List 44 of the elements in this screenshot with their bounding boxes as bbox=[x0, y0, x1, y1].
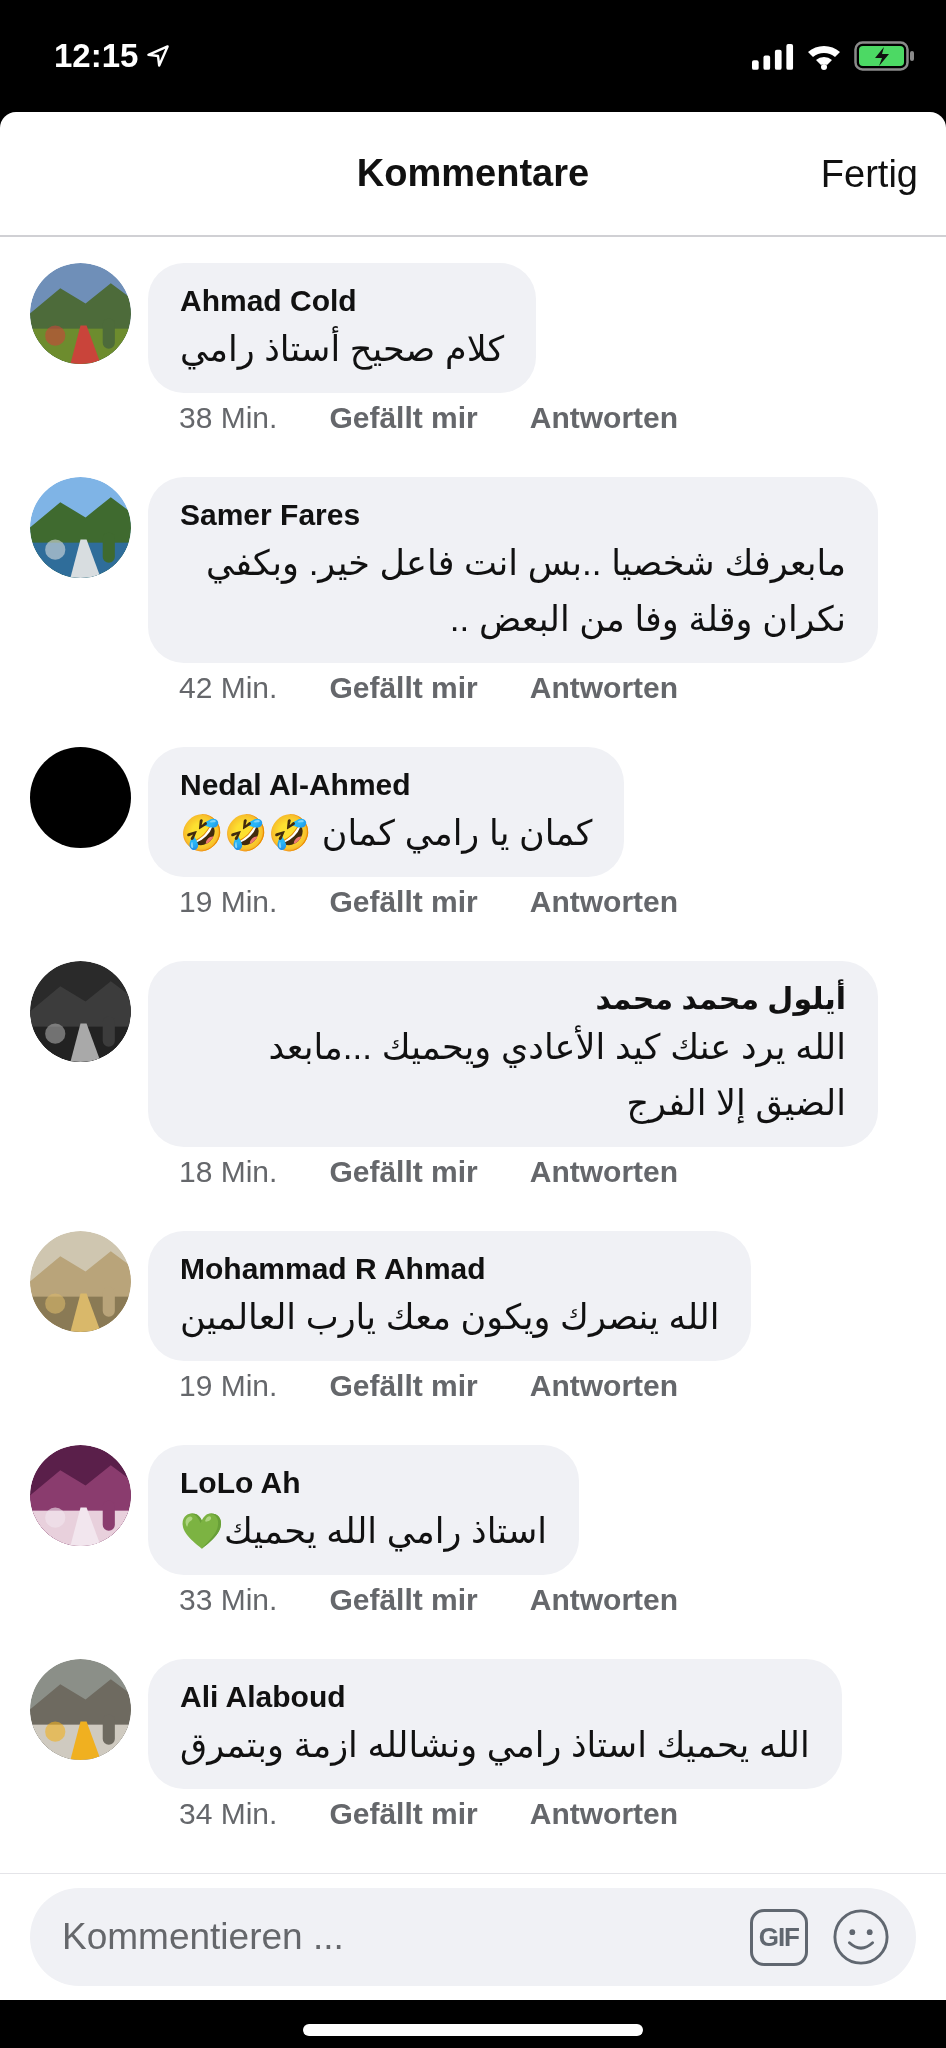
author-name[interactable]: Samer Fares bbox=[180, 495, 846, 535]
comment-input[interactable]: Kommentieren ... GIF bbox=[30, 1888, 916, 1986]
author-name[interactable]: Ali Alaboud bbox=[180, 1677, 810, 1717]
comment-text: كلام صحيح أستاذ رامي bbox=[180, 321, 505, 377]
gif-button[interactable]: GIF bbox=[749, 1908, 808, 1966]
comment-time: 33 Min. bbox=[179, 1582, 278, 1618]
sheet-title: Kommentare bbox=[356, 152, 590, 195]
author-name[interactable]: Ahmad Cold bbox=[180, 281, 505, 321]
like-link[interactable]: Gefällt mir bbox=[329, 399, 478, 437]
like-link[interactable]: Gefällt mir bbox=[329, 669, 478, 707]
comment-time: 18 Min. bbox=[179, 1154, 278, 1190]
comment-time: 19 Min. bbox=[179, 884, 278, 920]
emoji-icon[interactable] bbox=[832, 1908, 890, 1966]
reply-link[interactable]: Antworten bbox=[529, 1153, 679, 1191]
author-name[interactable]: Mohammad R Ahmad bbox=[180, 1249, 720, 1289]
clock: 12:15 bbox=[54, 37, 139, 75]
author-name[interactable]: Nedal Al-Ahmed bbox=[180, 765, 593, 805]
reply-link[interactable]: Antworten bbox=[529, 669, 679, 707]
author-name[interactable]: أيلول محمد محمد bbox=[180, 979, 846, 1019]
comment-time: 34 Min. bbox=[179, 1796, 278, 1832]
comment-text: مابعرفك شخصيا ..بس انت فاعل خير. وبكفي نكران وقلة وفا من البعض .. bbox=[205, 542, 846, 642]
reply-link[interactable]: Antworten bbox=[529, 1581, 679, 1619]
like-link[interactable]: Gefällt mir bbox=[329, 1581, 478, 1619]
like-link[interactable]: Gefällt mir bbox=[329, 883, 478, 921]
comment-text: الله يرد عنك كيد الأعادي ويحميك ...مابعد الضيق إلا الفرج bbox=[267, 1024, 846, 1126]
battery-icon bbox=[854, 41, 916, 71]
like-link[interactable]: Gefällt mir bbox=[329, 1367, 478, 1405]
like-link[interactable]: Gefällt mir bbox=[329, 1795, 478, 1833]
comment-time: 42 Min. bbox=[179, 670, 278, 706]
comment-time: 19 Min. bbox=[179, 1368, 278, 1404]
reply-link[interactable]: Antworten bbox=[529, 399, 679, 437]
comment-text: كمان يا رامي كمان 🤣🤣🤣 bbox=[180, 812, 593, 856]
comment-text: الله ينصرك ويكون معك يارب العالمين bbox=[180, 1296, 720, 1340]
reply-link[interactable]: Antworten bbox=[529, 1795, 679, 1833]
comment-text: استاذ رامي الله يحميك💚 bbox=[180, 1510, 547, 1554]
author-name[interactable]: LoLo Ah bbox=[180, 1463, 547, 1503]
comment-time: 38 Min. bbox=[179, 400, 278, 436]
location-arrow-icon bbox=[146, 44, 171, 68]
reply-link[interactable]: Antworten bbox=[529, 1367, 679, 1405]
reply-link[interactable]: Antworten bbox=[529, 883, 679, 921]
comment-text: الله يحميك استاذ رامي ونشالله ازمة وبتمرق bbox=[180, 1724, 810, 1768]
done-button[interactable]: Fertig bbox=[820, 152, 918, 195]
like-link[interactable]: Gefällt mir bbox=[329, 1153, 478, 1191]
signal-icon bbox=[752, 42, 794, 70]
